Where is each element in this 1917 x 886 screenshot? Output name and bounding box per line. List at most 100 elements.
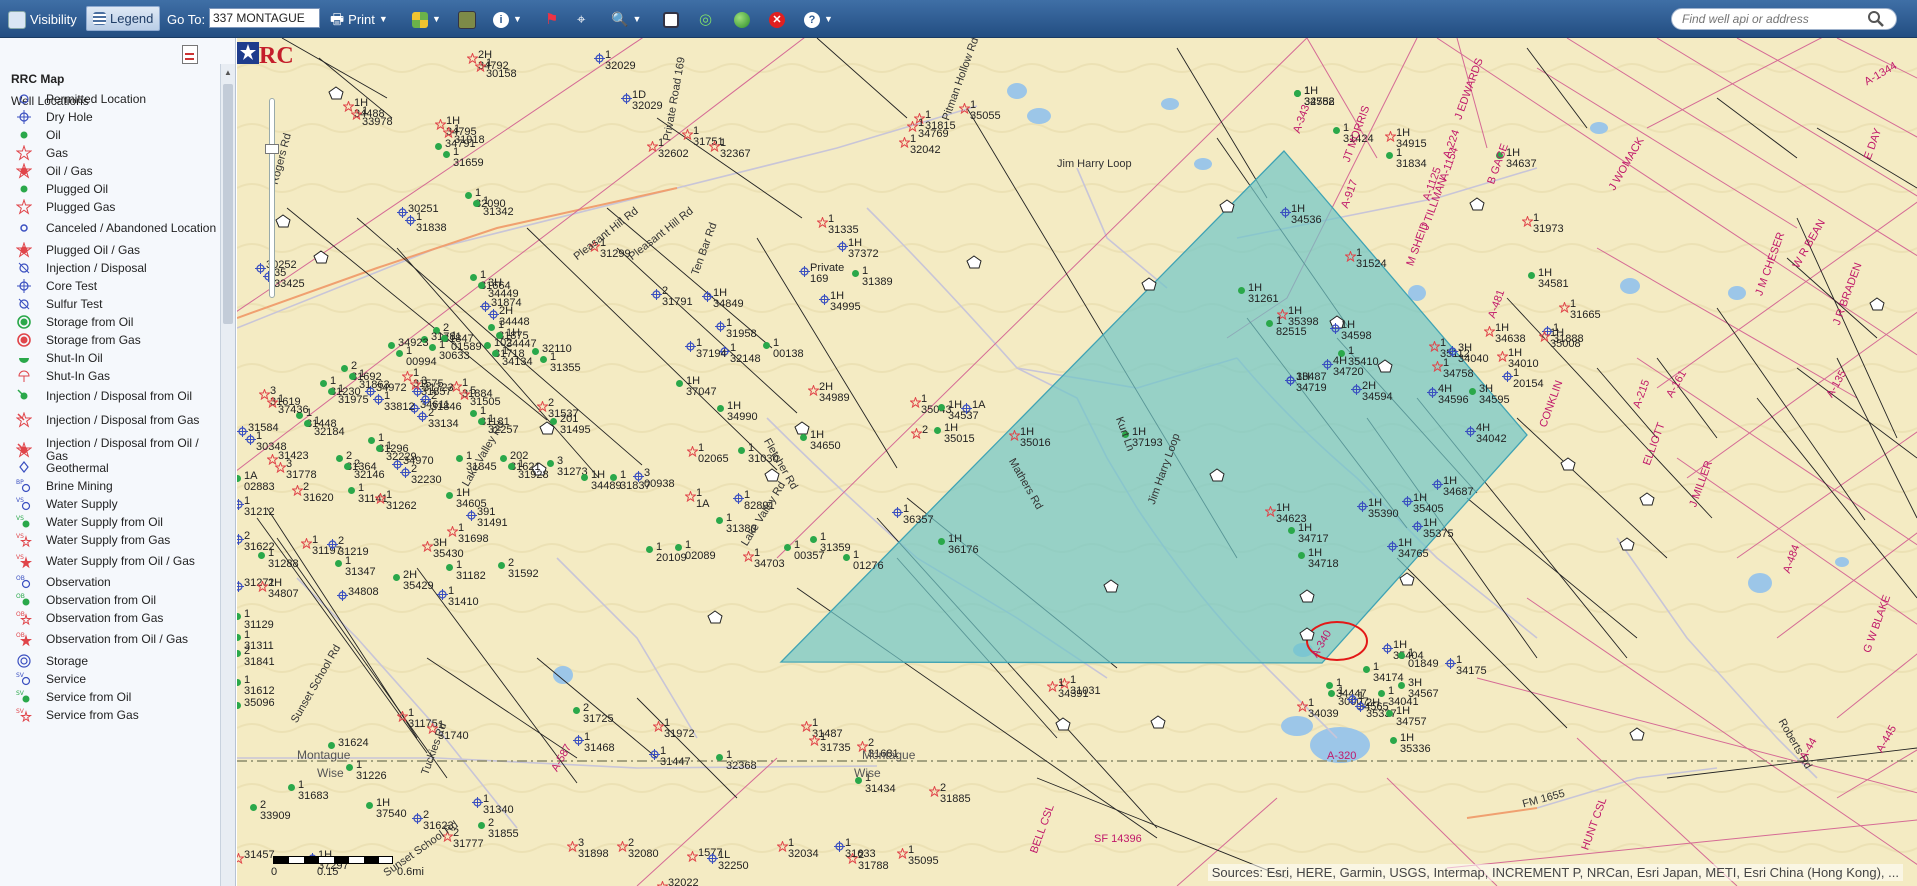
well-label: 1 32148 [730, 342, 761, 365]
well-label: 2 31620 [303, 481, 334, 504]
well-label: 1 34134 [502, 345, 533, 368]
globe-button[interactable] [734, 9, 750, 30]
svg-text:OB: OB [16, 611, 25, 618]
zoom-track[interactable] [269, 98, 275, 298]
legend-symbol-icon: VS [14, 553, 34, 569]
legend-icon [93, 12, 106, 25]
legend-item-label: Oil / Gas [46, 163, 93, 178]
well-label: 1 30633 [439, 339, 470, 362]
map-view[interactable]: 2H 34792 1H 34488 1H 34795 34791 1 32090 30251 302… [237, 38, 1917, 886]
legend-item-label: Water Supply [46, 496, 118, 511]
svg-text:VS: VS [16, 533, 24, 540]
magnifier-icon: 🔍 [611, 11, 629, 27]
legend-item: Plugged Oil [14, 181, 219, 197]
well-search-input[interactable] [1671, 8, 1897, 30]
well-label: 1H 34719 [1296, 371, 1327, 394]
legend-symbol-icon: OB [14, 631, 34, 647]
clear-button[interactable]: ✕ [769, 9, 785, 30]
well-label: 4H 34042 [1476, 422, 1507, 445]
well-label: 2 31791 [662, 285, 693, 308]
flag-icon: ⚑ [545, 11, 559, 28]
legend-item-label: Canceled / Abandoned Location [46, 220, 217, 235]
legend-symbol-icon [14, 296, 34, 312]
zoom-handle[interactable] [265, 144, 279, 154]
well-label: 1 35095 [908, 844, 939, 867]
well-label: 1 32758 [1304, 85, 1335, 108]
legend-symbol-icon [14, 368, 34, 384]
legend-item-label: Core Test [46, 278, 98, 293]
scale-label-mid: 0.15 [317, 866, 339, 878]
info-button[interactable]: i ▼ [493, 9, 522, 30]
legend-symbol-icon [14, 145, 34, 161]
well-label: 34808 [348, 586, 379, 598]
legend-item: OB Observation from Oil [14, 592, 219, 608]
pdf-icon[interactable] [182, 45, 198, 64]
well-label: 1 31212 [244, 495, 275, 518]
scale-label-right: 0.6mi [397, 866, 424, 878]
road-label: Jim Harry Loop [1057, 158, 1132, 170]
basemap-button[interactable]: ▼ [412, 9, 441, 30]
legend-scrollbar[interactable]: ▲ [220, 64, 235, 886]
well-label: 2 33909 [260, 799, 291, 822]
well-label: 1 32184 [314, 415, 345, 438]
chevron-down-icon: ▼ [632, 14, 642, 24]
well-label: 1 31972 [664, 717, 695, 740]
well-label: 1 31683 [298, 779, 329, 802]
well-label: 5 31505 [470, 385, 501, 408]
legend-item: VS Water Supply [14, 496, 219, 512]
well-label: 1 32229 [386, 440, 417, 463]
well-label: Private 169 [810, 262, 845, 285]
legend-symbol-icon [14, 260, 34, 276]
help-button[interactable]: ? ▼ [804, 9, 833, 30]
well-label: 1H 31261 [1248, 282, 1279, 305]
zoom-slider[interactable] [265, 98, 279, 298]
well-label: 1H 36176 [948, 533, 979, 556]
well-label: 1H 34765 [1398, 537, 1429, 560]
legend-symbol-icon: SV [14, 671, 34, 687]
legend-panel: RRC Map Well Locations Permitted Locatio… [0, 38, 236, 886]
well-label: 2 31777 [453, 827, 484, 850]
well-label: 1 31918 [454, 123, 485, 146]
legend-item: VS Water Supply from Oil / Gas [14, 553, 219, 569]
legend-item: Plugged Oil / Gas [14, 242, 219, 258]
well-label: 1 31975 [338, 383, 369, 406]
legend-item-label: Shut-In Gas [46, 368, 111, 383]
well-label: 1 31838 [416, 211, 447, 234]
survey-label: A-320 [1327, 750, 1357, 762]
scroll-up-icon[interactable]: ▲ [223, 68, 233, 78]
well-label: 1 31342 [483, 195, 514, 218]
legend-button[interactable]: Legend [86, 6, 161, 31]
svg-text:SV: SV [16, 690, 25, 697]
goto-label: Go To: [167, 12, 206, 27]
chevron-down-icon: ▼ [824, 14, 833, 24]
well-label: 1H 34990 [727, 400, 758, 423]
full-extent-button[interactable] [663, 9, 679, 30]
flag-button[interactable]: ⚑ [545, 9, 558, 30]
layers-button[interactable] [458, 9, 476, 30]
visibility-button[interactable]: Visibility [8, 9, 77, 30]
well-label: 1 01849 [1408, 647, 1439, 670]
legend-symbol-icon [14, 332, 34, 348]
well-label: 1H 35375 [1423, 517, 1454, 540]
well-label: 1 31524 [1356, 247, 1387, 270]
print-button[interactable]: 🖶 Print ▼ [330, 9, 388, 30]
search-icon[interactable] [1867, 10, 1885, 28]
svg-text:OB: OB [16, 593, 25, 600]
legend-item: Geothermal [14, 460, 219, 476]
well-label: 1H 37372 [848, 237, 879, 260]
legend-symbol-icon: SV [14, 689, 34, 705]
locate-button[interactable]: ◎ [699, 9, 712, 30]
well-label: 2H 35429 [403, 569, 434, 592]
county-label: Wise [317, 766, 344, 780]
well-label: 1 37436 [278, 393, 309, 416]
crosshair-button[interactable]: ⌖ [577, 9, 585, 30]
legend-item: VS Water Supply from Oil [14, 514, 219, 530]
goto-input[interactable] [209, 8, 320, 28]
legend-item: SV Service [14, 671, 219, 687]
well-label: 1 31347 [345, 555, 376, 578]
well-label: 1H 34717 [1298, 522, 1329, 545]
legend-symbol-icon [14, 181, 34, 197]
scrollbar-thumb[interactable] [223, 84, 233, 324]
well-label: 3 00938 [644, 467, 675, 490]
zoom-button[interactable]: 🔍 ▼ [611, 9, 641, 30]
